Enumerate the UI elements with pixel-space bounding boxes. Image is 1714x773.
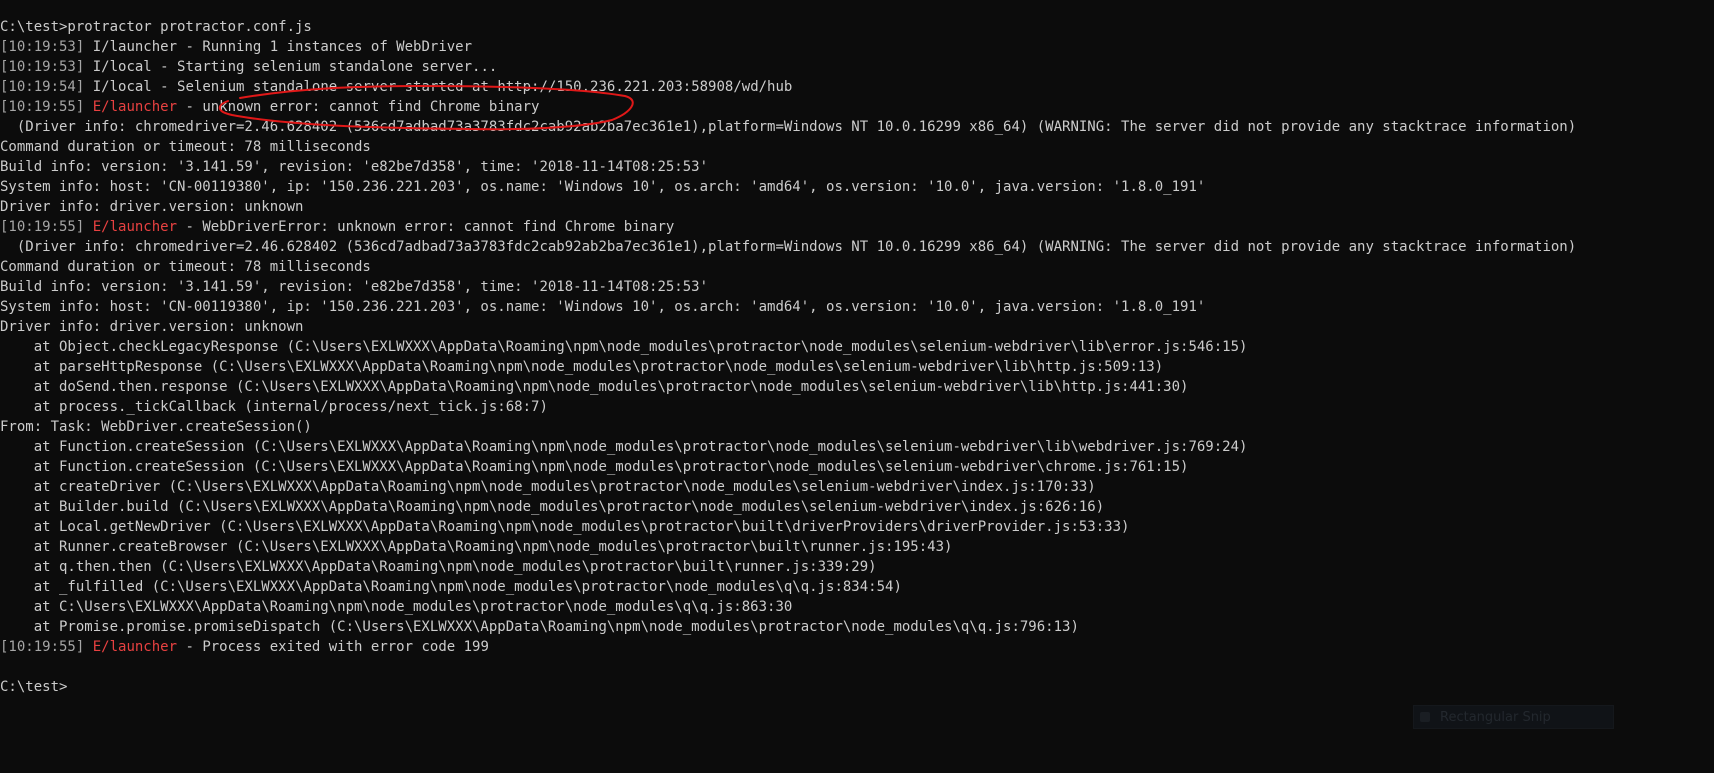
- log-message: - Running 1 instances of WebDriver: [177, 39, 473, 55]
- console-line: C:\test>: [0, 679, 68, 695]
- log-line: [10:19:54] I/local - Selenium standalone…: [0, 77, 1714, 97]
- info-tag: I/local: [92, 79, 152, 95]
- console-line: C:\test>protractor protractor.conf.js: [0, 19, 312, 35]
- info-tag: I/local: [92, 59, 152, 75]
- log-message: - WebDriverError: unknown error: cannot …: [177, 219, 675, 235]
- console-line: at process._tickCallback (internal/proce…: [0, 399, 548, 415]
- log-line: [10:19:53] I/local - Starting selenium s…: [0, 57, 1714, 77]
- info-tag: I/launcher: [92, 39, 178, 55]
- error-tag: E/launcher: [92, 219, 178, 235]
- console-output[interactable]: C:\test>protractor protractor.conf.js [10…: [0, 17, 1714, 697]
- console-line: at q.then.then (C:\Users\EXLWXXX\AppData…: [0, 559, 877, 575]
- log-timestamp: [10:19:55]: [0, 219, 85, 235]
- log-message: - Process exited with error code 199: [177, 639, 489, 655]
- console-line: Build info: version: '3.141.59', revisio…: [0, 159, 709, 175]
- console-line: at Object.checkLegacyResponse (C:\Users\…: [0, 339, 1248, 355]
- error-tag: E/launcher: [92, 99, 178, 115]
- console-line: at Promise.promise.promiseDispatch (C:\U…: [0, 619, 1079, 635]
- log-timestamp: [10:19:54]: [0, 79, 85, 95]
- console-line: at Runner.createBrowser (C:\Users\EXLWXX…: [0, 539, 953, 555]
- log-timestamp: [10:19:55]: [0, 639, 85, 655]
- console-line: at Builder.build (C:\Users\EXLWXXX\AppDa…: [0, 499, 1105, 515]
- console-line: System info: host: 'CN-00119380', ip: '1…: [0, 299, 1206, 315]
- console-line: Build info: version: '3.141.59', revisio…: [0, 279, 709, 295]
- log-line: [10:19:55] E/launcher - WebDriverError: …: [0, 217, 1714, 237]
- log-message: - unknown error: cannot find Chrome bina…: [177, 99, 540, 115]
- console-line: Driver info: driver.version: unknown: [0, 199, 304, 215]
- error-tag: E/launcher: [92, 639, 178, 655]
- snip-toast[interactable]: Rectangular Snip: [1413, 705, 1614, 729]
- console-line: Driver info: driver.version: unknown: [0, 319, 304, 335]
- log-timestamp: [10:19:55]: [0, 99, 85, 115]
- log-message: - Starting selenium standalone server...: [151, 59, 498, 75]
- log-timestamp: [10:19:53]: [0, 59, 85, 75]
- console-line: at Local.getNewDriver (C:\Users\EXLWXXX\…: [0, 519, 1130, 535]
- terminal-window[interactable]: C:\test>protractor protractor.conf.js [10…: [0, 0, 1714, 773]
- scissors-icon: [1420, 712, 1430, 722]
- console-line: (Driver info: chromedriver=2.46.628402 (…: [0, 119, 1577, 135]
- log-timestamp: [10:19:53]: [0, 39, 85, 55]
- console-line: at parseHttpResponse (C:\Users\EXLWXXX\A…: [0, 359, 1164, 375]
- console-line: Command duration or timeout: 78 millisec…: [0, 259, 371, 275]
- console-line: at doSend.then.response (C:\Users\EXLWXX…: [0, 379, 1189, 395]
- log-message: - Selenium standalone server started at …: [151, 79, 793, 95]
- console-line: System info: host: 'CN-00119380', ip: '1…: [0, 179, 1206, 195]
- console-line: at createDriver (C:\Users\EXLWXXX\AppDat…: [0, 479, 1096, 495]
- console-line: at Function.createSession (C:\Users\EXLW…: [0, 439, 1248, 455]
- log-line: [10:19:55] E/launcher - unknown error: c…: [0, 97, 1714, 117]
- log-line: [10:19:55] E/launcher - Process exited w…: [0, 637, 1714, 657]
- console-line: at _fulfilled (C:\Users\EXLWXXX\AppData\…: [0, 579, 902, 595]
- console-line: at C:\Users\EXLWXXX\AppData\Roaming\npm\…: [0, 599, 793, 615]
- log-line: [10:19:53] I/launcher - Running 1 instan…: [0, 37, 1714, 57]
- console-line: Command duration or timeout: 78 millisec…: [0, 139, 371, 155]
- console-line: (Driver info: chromedriver=2.46.628402 (…: [0, 239, 1577, 255]
- console-line: From: Task: WebDriver.createSession(): [0, 419, 312, 435]
- snip-toast-label: Rectangular Snip: [1440, 709, 1551, 725]
- console-line: at Function.createSession (C:\Users\EXLW…: [0, 459, 1189, 475]
